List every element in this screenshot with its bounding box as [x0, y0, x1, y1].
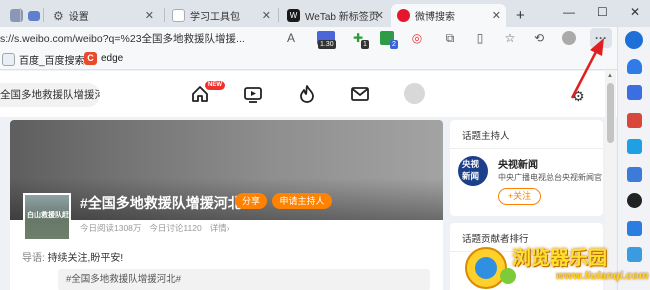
- host-heading: 话题主持人: [462, 131, 510, 142]
- thumbnail-caption: 白山救援队赶赴: [27, 212, 69, 219]
- tab-close-icon[interactable]: ✕: [262, 9, 271, 22]
- search-icon[interactable]: [627, 85, 642, 100]
- tab-label: WeTab 新标签页: [305, 12, 379, 23]
- bookmarks-bar: 百度_百度搜索 C edge: [0, 49, 617, 70]
- bookmark-label: 百度_百度搜索: [19, 56, 85, 67]
- send-icon[interactable]: [627, 139, 642, 154]
- maximize-button[interactable]: ☐: [597, 5, 608, 19]
- weibo-icon: [397, 9, 410, 22]
- intro-label: 导语:: [22, 253, 45, 264]
- bookmark-page-icon: [2, 53, 15, 66]
- host-description: 中央广播电视总台央视新闻官: [498, 173, 602, 182]
- split-screen-icon[interactable]: ▯: [473, 31, 487, 45]
- topic-intro: 导语: 持续关注,盼平安!: [22, 249, 123, 264]
- hot-icon[interactable]: [297, 84, 317, 104]
- minimize-button[interactable]: —: [563, 5, 575, 19]
- tool-icon[interactable]: [627, 221, 642, 236]
- shopping-icon[interactable]: [627, 113, 642, 128]
- new-badge: NEW: [205, 81, 225, 90]
- history-icon[interactable]: ⟲: [532, 31, 546, 45]
- tab-weibo-search[interactable]: 微博搜索 ✕: [391, 4, 506, 27]
- topic-stats: 今日阅读1308万 今日讨论1120 详情›: [80, 222, 230, 234]
- gear-icon: ⚙: [53, 8, 64, 23]
- read-aloud-icon[interactable]: A: [284, 31, 298, 45]
- apply-host-button[interactable]: 申请主持人: [272, 193, 332, 209]
- extension-badge: 1: [361, 40, 369, 49]
- tab-divider: [20, 8, 21, 22]
- bell-icon[interactable]: [627, 59, 642, 74]
- tab-divider: [278, 8, 279, 22]
- page-icon: [28, 10, 40, 21]
- puzzle-icon[interactable]: ⧉: [443, 31, 457, 45]
- video-icon[interactable]: [243, 84, 263, 104]
- topic-card: 白山救援队赶赴 #全国多地救援队增援河北# 分享 申请主持人 今日阅读1308万…: [10, 120, 443, 290]
- url-text: s://s.weibo.com/weibo?q=%23全国多地救援队增援...: [0, 32, 245, 45]
- annotation-arrow-icon: [570, 38, 604, 99]
- read-count: 今日阅读1308万: [80, 223, 142, 233]
- weibo-search-input[interactable]: 全国多地救援队增援河: [0, 83, 100, 107]
- bookmark-baidu[interactable]: 百度_百度搜索: [2, 52, 85, 67]
- extension-badge: 2: [390, 40, 398, 49]
- wetab-icon: W: [287, 9, 300, 22]
- address-bar[interactable]: s://s.weibo.com/weibo?q=%23全国多地救援队增援...: [0, 28, 300, 48]
- details-link[interactable]: 详情›: [210, 222, 230, 234]
- new-tab-button[interactable]: +: [510, 4, 530, 27]
- edge-c-icon: C: [84, 52, 97, 65]
- tab-close-icon[interactable]: ✕: [492, 9, 501, 22]
- topic-thumbnail: 白山救援队赶赴: [23, 193, 71, 241]
- baidu-icon[interactable]: [627, 167, 642, 182]
- tab-strip: ⚙ 设置 ✕ 学习工具包 ✕ W WeTab 新标签页 ✕ 微博搜索 ✕ + —…: [0, 0, 650, 27]
- tab-study-tools[interactable]: 学习工具包 ✕: [166, 4, 276, 27]
- cctv-news-logo[interactable]: 央视 新闻: [458, 156, 488, 186]
- host-name[interactable]: 央视新闻: [498, 156, 538, 171]
- tab-divider: [164, 8, 165, 22]
- watermark-url: www.liulanqi.com: [556, 270, 649, 282]
- intro-text: 持续关注,盼平安!: [47, 253, 124, 264]
- bookmark-label: edge: [101, 53, 124, 64]
- divider: [450, 148, 603, 149]
- follow-button[interactable]: +关注: [498, 188, 541, 205]
- site-watermark-logo: 浏览器乐园 www.liulanqi.com: [460, 238, 649, 290]
- search-text: 全国多地救援队增援河: [0, 89, 100, 101]
- tab-label: 学习工具包: [190, 12, 240, 23]
- tab-label: 设置: [68, 12, 89, 23]
- bookmark-edge[interactable]: C edge: [84, 52, 123, 65]
- watermark-mascot-icon: [465, 247, 516, 289]
- quote-text: #全国多地救援队增援河北#: [66, 274, 182, 285]
- tab-close-icon[interactable]: ✕: [145, 9, 154, 22]
- topic-quote-box[interactable]: #全国多地救援队增援河北#: [58, 269, 430, 290]
- message-icon[interactable]: [350, 84, 370, 104]
- target-icon[interactable]: ◎: [410, 31, 424, 45]
- tab-label: 微博搜索: [415, 12, 455, 23]
- plus-icon: +: [516, 7, 525, 24]
- weibo-nav: 全国多地救援队增援河 NEW ⚙: [0, 71, 617, 117]
- page-icon: [172, 9, 185, 22]
- extension-badge: 1.30: [318, 40, 336, 49]
- bing-chat-icon[interactable]: [625, 31, 643, 49]
- tab-page[interactable]: [22, 4, 40, 27]
- tab-divider: [43, 8, 44, 22]
- tab-close-icon[interactable]: ✕: [375, 9, 384, 22]
- discussion-count: 今日讨论1120: [149, 223, 202, 233]
- avatar[interactable]: [404, 83, 425, 104]
- tab-wetab[interactable]: W WeTab 新标签页 ✕: [281, 4, 389, 27]
- close-window-button[interactable]: ✕: [630, 5, 640, 19]
- share-button[interactable]: 分享: [235, 193, 267, 209]
- browser-toolbar: s://s.weibo.com/weibo?q=%23全国多地救援队增援... …: [0, 27, 617, 49]
- host-card: 话题主持人 央视 新闻 央视新闻 中央广播电视总台央视新闻官 +关注: [450, 120, 603, 216]
- logo-line-1: 央视: [462, 159, 480, 169]
- watermark-text: 浏览器乐园: [512, 247, 608, 269]
- favorites-icon[interactable]: ☆: [503, 31, 517, 45]
- topic-title: #全国多地救援队增援河北#: [80, 195, 250, 211]
- logo-line-2: 新闻: [462, 171, 480, 181]
- qq-icon[interactable]: [627, 193, 642, 208]
- tab-settings[interactable]: ⚙ 设置 ✕: [47, 4, 159, 27]
